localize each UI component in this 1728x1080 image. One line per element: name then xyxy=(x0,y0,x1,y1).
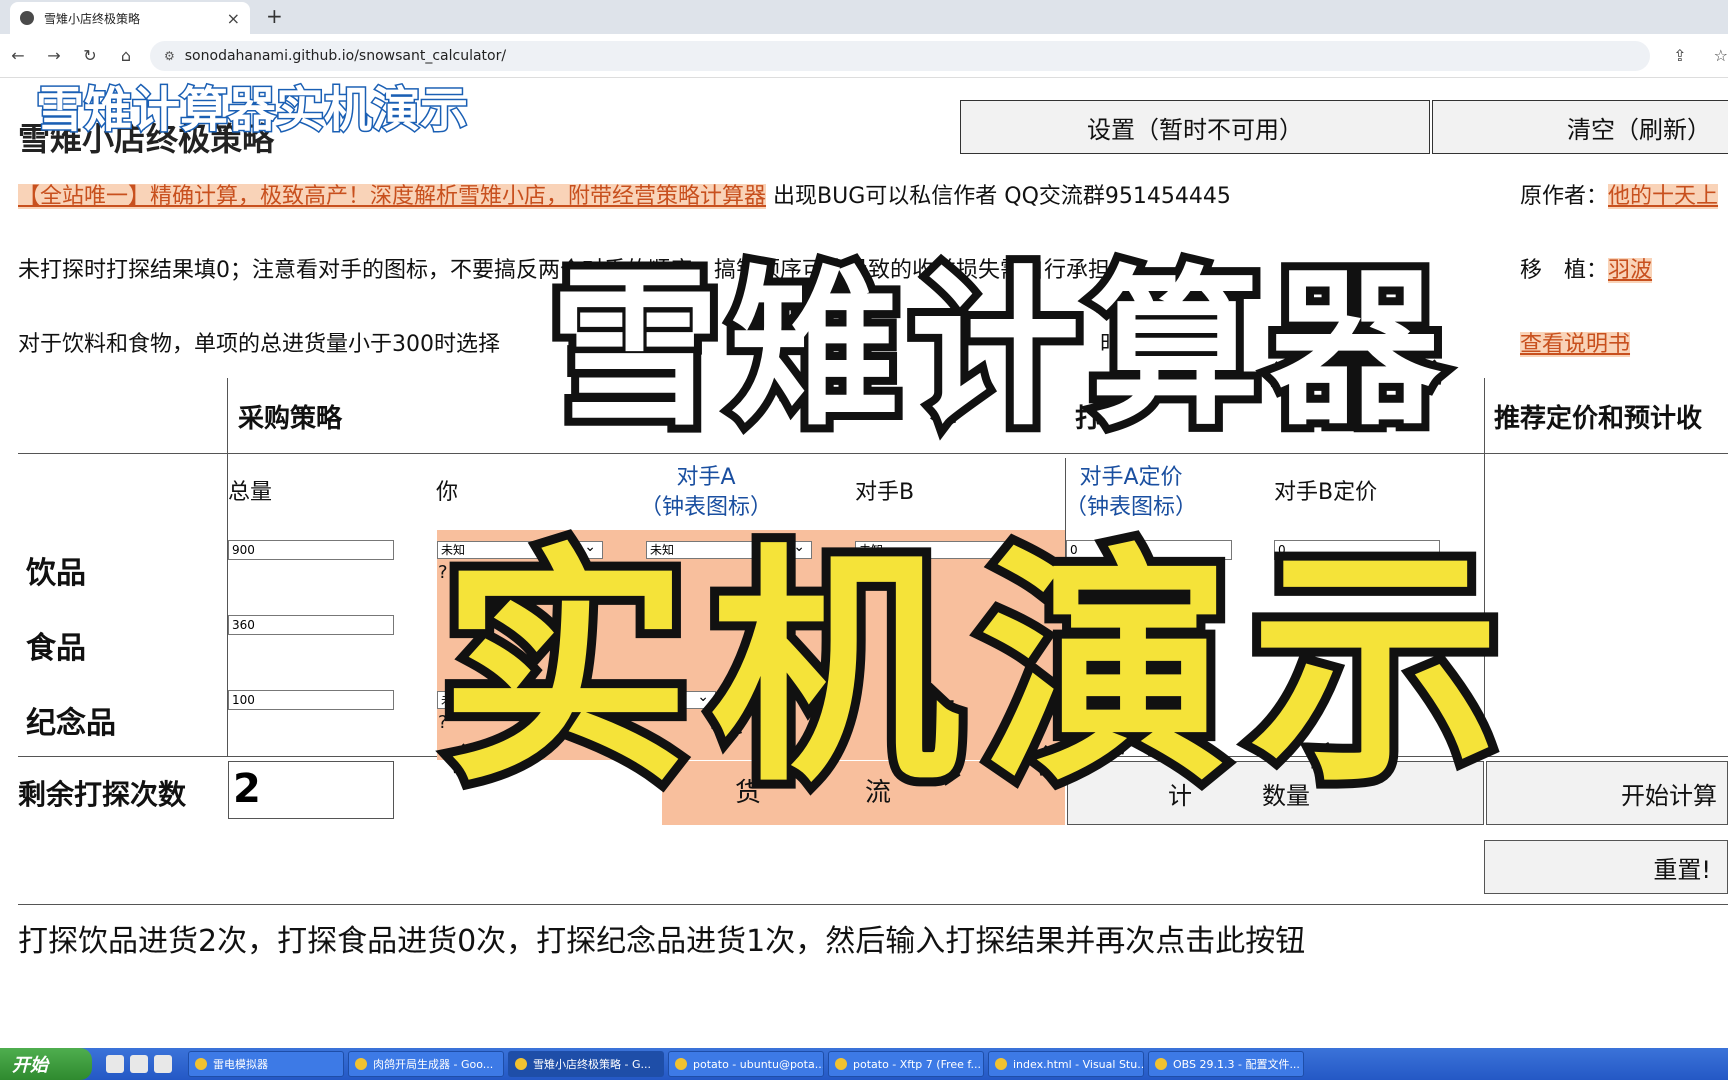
remaining-scout-label: 剩余打探次数 xyxy=(18,778,187,811)
reload-icon[interactable]: ↻ xyxy=(72,46,108,65)
share-icon[interactable]: ⇪ xyxy=(1673,46,1686,65)
col-you: 你 xyxy=(436,480,459,505)
article-link[interactable]: 【全站唯一】精确计算，极致高产！深度解析雪雉小店，附带经营策略计算器 xyxy=(18,184,767,209)
terminal-icon xyxy=(675,1058,687,1070)
settings-button[interactable]: 设置（暂时不可用） xyxy=(960,100,1430,154)
taskbar-item[interactable]: 雪雉小店终极策略 - G... xyxy=(508,1051,664,1077)
taskbar-item-label: 雷电模拟器 xyxy=(213,1058,268,1071)
row-drinks-label: 饮品 xyxy=(26,556,86,591)
author-line: 原作者：他的十天上 xyxy=(1520,178,1719,210)
obs-icon xyxy=(1155,1058,1167,1070)
col-rival-a-label: 对手A xyxy=(676,465,736,490)
taskbar: 开始 雷电模拟器 肉鸽开局生成器 - Goo... 雪雉小店终极策略 - G..… xyxy=(0,1048,1728,1080)
col-rival-a: 对手A （钟表图标） xyxy=(640,463,772,523)
taskbar-item[interactable]: 雷电模拟器 xyxy=(188,1051,344,1077)
browser-tab[interactable]: 雪雉小店终极策略 × xyxy=(10,2,250,34)
globe-icon xyxy=(20,11,34,25)
recommend-title: 推荐定价和预计收 xyxy=(1494,404,1703,434)
porter-label: 移 植： xyxy=(1520,258,1609,283)
taskbar-item-label: index.html - Visual Stu... xyxy=(1013,1057,1144,1071)
taskbar-item-label: potato - Xftp 7 (Free f... xyxy=(853,1057,981,1071)
col-price-a: 对手A定价 （钟表图标） xyxy=(1065,463,1197,523)
start-calc-button[interactable]: 开始计算 xyxy=(1486,761,1728,825)
purchase-strategy-title: 采购策略 xyxy=(238,404,343,434)
new-tab-button[interactable]: + xyxy=(266,4,283,28)
chrome-icon xyxy=(515,1058,527,1070)
taskbar-item-label: 雪雉小店终极策略 - G... xyxy=(533,1058,651,1071)
url-input[interactable]: ⚙ sonodahanami.github.io/snowsant_calcul… xyxy=(150,41,1650,71)
col-price-b: 对手B定价 xyxy=(1274,480,1378,505)
taskbar-item[interactable]: potato - Xftp 7 (Free f... xyxy=(828,1051,984,1077)
tab-title: 雪雉小店终极策略 xyxy=(44,11,141,26)
chrome-icon xyxy=(355,1058,367,1070)
col-rival-a-sub: （钟表图标） xyxy=(640,495,773,520)
clear-button[interactable]: 清空（刷新） xyxy=(1432,100,1728,154)
folder-icon[interactable] xyxy=(106,1055,124,1073)
banner-tail: 出现BUG可以私信作者 QQ交流群951454445 xyxy=(773,184,1231,209)
url-text: sonodahanami.github.io/snowsant_calculat… xyxy=(184,48,507,64)
col-total: 总量 xyxy=(228,480,273,505)
taskbar-item[interactable]: potato - ubuntu@pota... xyxy=(668,1051,824,1077)
taskbar-item-label: OBS 29.1.3 - 配置文件... xyxy=(1173,1058,1300,1071)
chrome-icon[interactable] xyxy=(130,1055,148,1073)
taskbar-item[interactable]: 肉鸽开局生成器 - Goo... xyxy=(348,1051,504,1077)
divider xyxy=(18,904,1728,905)
row-souvenir-label: 纪念品 xyxy=(26,706,116,741)
quick-launch xyxy=(106,1055,178,1073)
start-button[interactable]: 开始 xyxy=(0,1048,92,1080)
taskbar-item[interactable]: OBS 29.1.3 - 配置文件... xyxy=(1148,1051,1304,1077)
forward-icon[interactable]: → xyxy=(36,46,72,65)
porter-link[interactable]: 羽波 xyxy=(1608,258,1653,283)
home-icon[interactable]: ⌂ xyxy=(108,46,144,65)
author-link[interactable]: 他的十天上 xyxy=(1608,184,1719,209)
vscode-icon xyxy=(995,1058,1007,1070)
app-icon[interactable] xyxy=(154,1055,172,1073)
close-icon[interactable]: × xyxy=(227,9,240,28)
taskbar-item-label: 肉鸽开局生成器 - Goo... xyxy=(373,1058,494,1071)
instruction-line-3: 对于饮料和食物，单项的总进货量小于300时选择 xyxy=(18,332,500,357)
food-total-input[interactable]: 360 xyxy=(228,615,394,635)
author-label: 原作者： xyxy=(1520,184,1609,209)
col-price-a-sub: （钟表图标） xyxy=(1065,495,1198,520)
app-icon xyxy=(195,1058,207,1070)
banner-line: 【全站唯一】精确计算，极致高产！深度解析雪雉小店，附带经营策略计算器 出现BUG… xyxy=(18,178,1231,210)
taskbar-item[interactable]: index.html - Visual Stu... xyxy=(988,1051,1144,1077)
site-settings-icon[interactable]: ⚙ xyxy=(164,49,175,63)
col-rival-b: 对手B xyxy=(855,480,915,505)
reset-button[interactable]: 重置! xyxy=(1484,840,1728,894)
tab-bar: 雪雉小店终极策略 × + xyxy=(0,0,1728,34)
bookmark-star-icon[interactable]: ☆ xyxy=(1714,46,1728,65)
back-icon[interactable]: ← xyxy=(0,46,36,65)
manual-link[interactable]: 查看说明书 xyxy=(1520,332,1631,357)
overlay-caption-big-2: 实机演示 xyxy=(431,521,1520,819)
xftp-icon xyxy=(835,1058,847,1070)
porter-line: 移 植：羽波 xyxy=(1520,252,1653,284)
remaining-scout-input[interactable]: 2 xyxy=(228,761,394,819)
souvenir-total-input[interactable]: 100 xyxy=(228,690,394,710)
taskbar-item-label: potato - ubuntu@pota... xyxy=(693,1057,824,1071)
overlay-caption-top: 雪雉计算器实机演示 xyxy=(34,81,469,140)
result-text: 打探饮品进货2次，打探食品进货0次，打探纪念品进货1次，然后输入打探结果并再次点… xyxy=(18,924,1306,959)
row-food-label: 食品 xyxy=(26,631,86,666)
drinks-total-input[interactable]: 900 xyxy=(228,540,394,560)
overlay-caption-big-1: 雪雉计算器 xyxy=(542,243,1451,457)
manual-line: 查看说明书 xyxy=(1520,326,1631,358)
col-price-a-label: 对手A定价 xyxy=(1079,465,1183,490)
divider xyxy=(18,453,1728,454)
